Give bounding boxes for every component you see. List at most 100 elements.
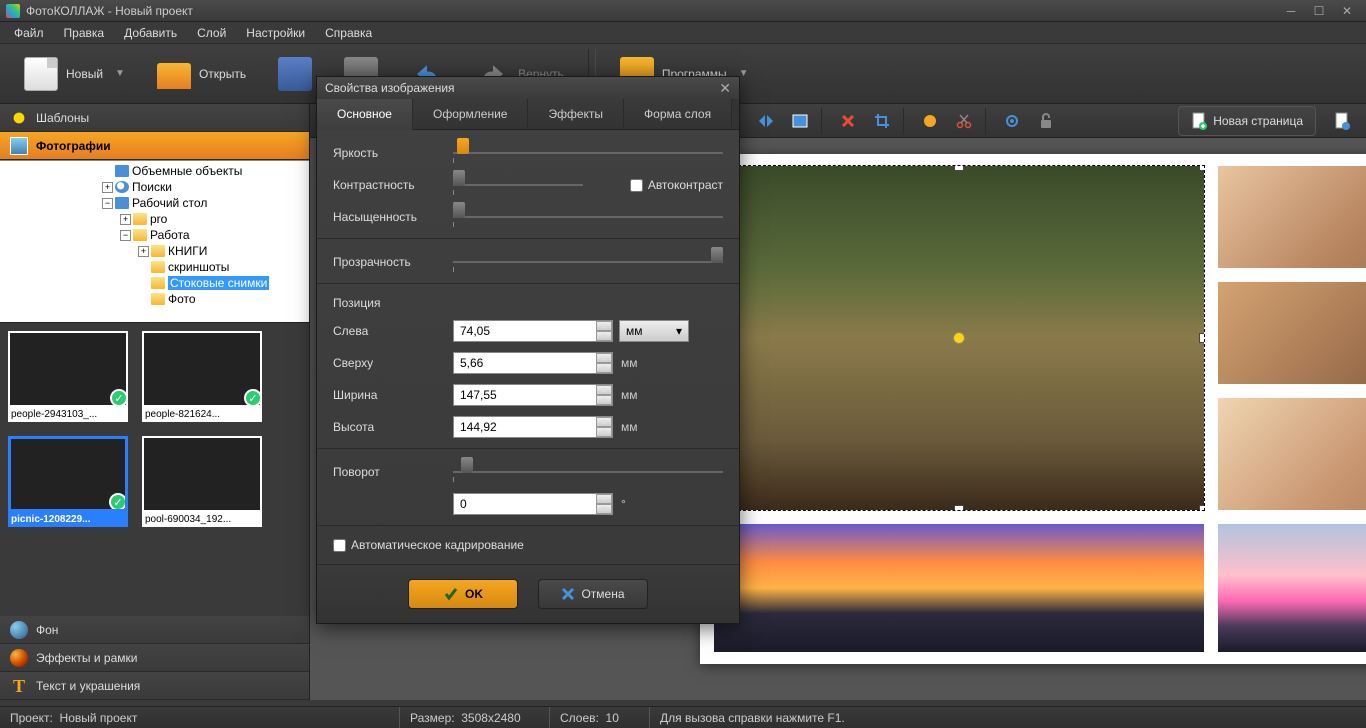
status-size: Размер: 3508x2480 xyxy=(400,707,550,728)
close-button[interactable]: ✕ xyxy=(1334,3,1360,19)
maximize-button[interactable]: ☐ xyxy=(1306,3,1332,19)
check-icon: ✓ xyxy=(244,389,262,407)
spinner[interactable]: ▲▼ xyxy=(596,417,612,437)
object-icon xyxy=(115,165,129,177)
close-icon xyxy=(561,587,575,601)
thumbnail-selected[interactable]: ✓picnic-1208229... xyxy=(8,436,128,527)
tree-item[interactable]: +КНИГИ xyxy=(2,243,307,259)
top-input[interactable] xyxy=(453,352,613,374)
folder-icon xyxy=(151,293,165,305)
folder-tree[interactable]: Объемные объекты +Поиски −Рабочий стол +… xyxy=(0,160,309,322)
tree-item[interactable]: −Рабочий стол xyxy=(2,195,307,211)
delete-tool[interactable] xyxy=(832,107,864,135)
spinner[interactable]: ▲▼ xyxy=(596,494,612,514)
ok-button[interactable]: OK xyxy=(408,579,518,609)
collapse-icon[interactable]: − xyxy=(120,230,131,241)
toolbar-open[interactable]: Открыть xyxy=(143,53,260,95)
thumbnail[interactable]: pool-690034_192... xyxy=(142,436,262,527)
contrast-label: Контрастность xyxy=(333,178,453,192)
tree-item[interactable]: Фото xyxy=(2,291,307,307)
rotation-slider[interactable] xyxy=(453,464,723,480)
sidetab-photos[interactable]: Фотографии xyxy=(0,132,309,160)
check-icon: ✓ xyxy=(110,389,128,407)
folder-icon xyxy=(133,213,147,225)
tree-item-selected[interactable]: Стоковые снимки xyxy=(2,275,307,291)
search-icon xyxy=(115,181,129,193)
tab-shape[interactable]: Форма слоя xyxy=(624,99,732,129)
canvas[interactable] xyxy=(700,154,1366,664)
settings-tool[interactable] xyxy=(996,107,1028,135)
saturation-slider[interactable] xyxy=(453,209,723,225)
lock-tool[interactable] xyxy=(1030,107,1062,135)
sidetab-templates[interactable]: Шаблоны xyxy=(0,104,309,132)
save-icon xyxy=(278,57,312,91)
top-label: Сверху xyxy=(333,356,453,370)
toolbar-new[interactable]: Новый▼ xyxy=(10,51,139,97)
cut-tool[interactable] xyxy=(948,107,980,135)
menu-settings[interactable]: Настройки xyxy=(236,23,315,43)
dialog-titlebar[interactable]: Свойства изображения ✕ xyxy=(317,77,739,99)
crop-tool[interactable] xyxy=(866,107,898,135)
canvas-image[interactable] xyxy=(1218,166,1366,268)
sidetab-background[interactable]: Фон xyxy=(0,616,309,644)
photo-icon xyxy=(10,137,28,155)
menu-bar: Файл Правка Добавить Слой Настройки Спра… xyxy=(0,22,1366,44)
autocontrast-checkbox[interactable]: Автоконтраст xyxy=(630,178,723,192)
expand-icon[interactable]: + xyxy=(102,182,113,193)
tree-item[interactable]: +pro xyxy=(2,211,307,227)
tree-item[interactable]: −Работа xyxy=(2,227,307,243)
status-hint: Для вызова справки нажмите F1. xyxy=(650,707,1366,728)
menu-layer[interactable]: Слой xyxy=(187,23,236,43)
sidetab-text[interactable]: TТекст и украшения xyxy=(0,672,309,700)
globe-icon xyxy=(10,621,28,639)
brightness-slider[interactable] xyxy=(453,145,723,161)
palette-icon xyxy=(10,649,28,667)
tree-item[interactable]: Объемные объекты xyxy=(2,163,307,179)
title-bar: ФотоКОЛЛАЖ - Новый проект ─ ☐ ✕ xyxy=(0,0,1366,22)
sidetab-effects[interactable]: Эффекты и рамки xyxy=(0,644,309,672)
minimize-button[interactable]: ─ xyxy=(1278,3,1304,19)
unit-select[interactable]: мм▾ xyxy=(619,320,689,342)
tree-item[interactable]: +Поиски xyxy=(2,179,307,195)
spinner[interactable]: ▲▼ xyxy=(596,321,612,341)
canvas-image[interactable] xyxy=(1218,524,1366,652)
menu-edit[interactable]: Правка xyxy=(54,23,115,43)
expand-icon[interactable]: + xyxy=(120,214,131,225)
canvas-image[interactable] xyxy=(1218,282,1366,384)
canvas-image[interactable] xyxy=(1218,398,1366,510)
menu-add[interactable]: Добавить xyxy=(114,23,187,43)
flip-v-tool[interactable] xyxy=(784,107,816,135)
width-input[interactable] xyxy=(453,384,613,406)
rotation-handle[interactable] xyxy=(953,332,965,344)
left-label: Слева xyxy=(333,324,453,338)
menu-file[interactable]: Файл xyxy=(4,23,54,43)
menu-help[interactable]: Справка xyxy=(315,23,382,43)
tab-design[interactable]: Оформление xyxy=(413,99,528,129)
thumbnail[interactable]: ✓people-821624... xyxy=(142,331,262,422)
autocrop-checkbox[interactable]: Автоматическое кадрирование xyxy=(333,538,723,552)
canvas-image-selected[interactable] xyxy=(714,166,1204,510)
left-input[interactable] xyxy=(453,320,613,342)
spinner[interactable]: ▲▼ xyxy=(596,385,612,405)
tree-item[interactable]: скриншоты xyxy=(2,259,307,275)
page-settings-tool[interactable] xyxy=(1326,107,1358,135)
rotation-input[interactable] xyxy=(453,493,613,515)
canvas-image[interactable] xyxy=(714,524,1204,652)
cancel-button[interactable]: Отмена xyxy=(538,579,648,609)
height-input[interactable] xyxy=(453,416,613,438)
tab-effects[interactable]: Эффекты xyxy=(528,99,624,129)
expand-icon[interactable]: + xyxy=(138,246,149,257)
thumbnail[interactable]: ✓people-2943103_... xyxy=(8,331,128,422)
new-page-button[interactable]: Новая страница xyxy=(1178,106,1316,136)
page-add-icon xyxy=(1191,112,1207,130)
contrast-slider[interactable] xyxy=(453,177,583,193)
tab-main[interactable]: Основное xyxy=(317,99,413,130)
app-icon xyxy=(6,4,20,18)
collapse-icon[interactable]: − xyxy=(102,198,113,209)
dialog-close-button[interactable]: ✕ xyxy=(719,80,731,97)
transparency-slider[interactable] xyxy=(453,254,723,270)
unit-label: мм xyxy=(621,388,638,402)
color-tool[interactable] xyxy=(914,107,946,135)
flip-h-tool[interactable] xyxy=(750,107,782,135)
spinner[interactable]: ▲▼ xyxy=(596,353,612,373)
